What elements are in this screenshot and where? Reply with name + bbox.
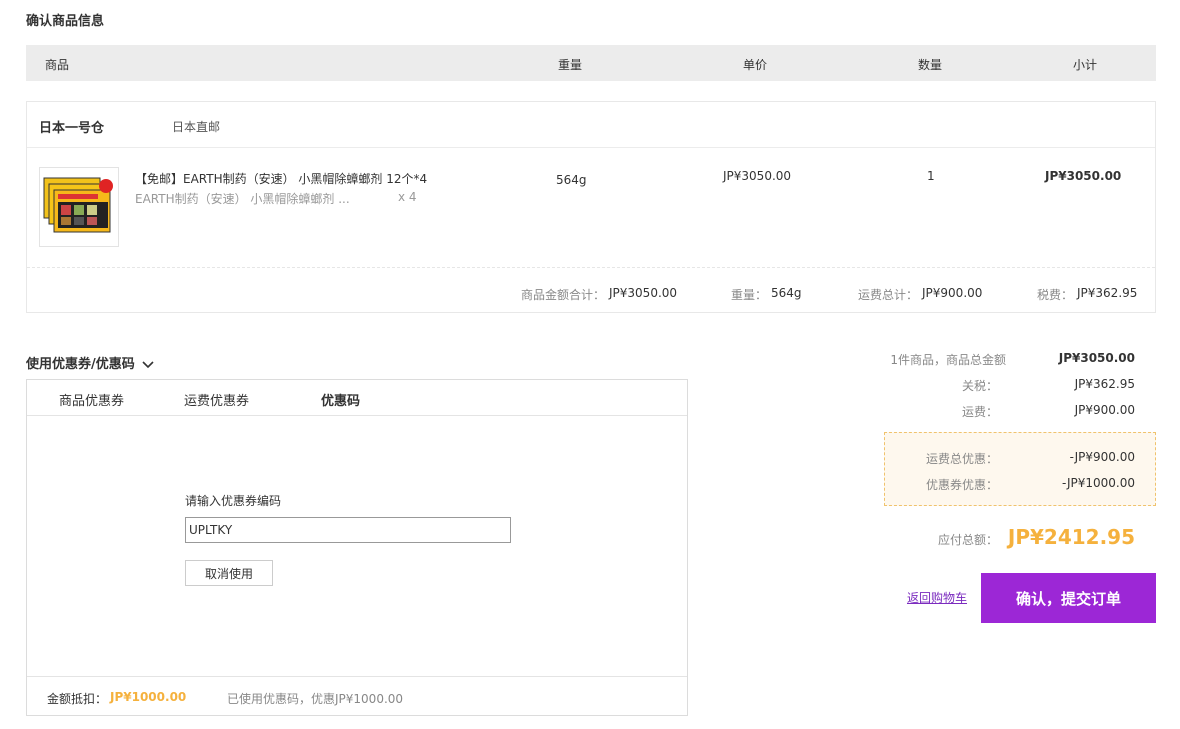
page-title: 确认商品信息 [26, 14, 105, 29]
product-thumbnail[interactable] [39, 167, 119, 247]
tab-shipping-coupon[interactable]: 运费优惠券 [184, 390, 249, 409]
shipping-discount-value: -JP¥900.00 [1069, 450, 1135, 464]
coupon-discount-label: 优惠券优惠： [925, 478, 998, 492]
duty-label: 关税： [961, 379, 998, 393]
divider [27, 415, 687, 416]
shipping-total-label: 运费总计： [858, 288, 919, 302]
cancel-coupon-button[interactable]: 取消使用 [185, 560, 273, 586]
deduct-label: 金额抵扣： [47, 692, 108, 706]
order-box: 日本一号仓 日本直邮 【免邮】EARTH制药（安速） 小黑帽除蟑螂剂 12个*4… [26, 101, 1156, 313]
goods-total-label: 商品金额合计： [521, 288, 606, 302]
warehouse-type: 日本直邮 [172, 120, 221, 134]
goods-total-value: JP¥3050.00 [609, 286, 678, 300]
coupon-used-note: 已使用优惠码，优惠JP¥1000.00 [227, 692, 404, 706]
shipping-total-value: JP¥900.00 [922, 286, 983, 300]
coupon-section-title: 使用优惠券/优惠码 [26, 357, 135, 372]
promo-code-label: 请输入优惠券编码 [185, 494, 282, 508]
payable-value: JP¥2412.95 [1007, 525, 1135, 549]
shipping-value: JP¥900.00 [1074, 403, 1135, 417]
weight-value: 564g [771, 286, 802, 300]
item-subtotal: JP¥3050.00 [1045, 169, 1122, 183]
discount-box [884, 432, 1156, 506]
product-image-icon [43, 177, 113, 233]
header-subtotal: 小计 [1073, 58, 1098, 72]
table-header: 商品 重量 单价 数量 小计 [26, 45, 1156, 81]
divider [27, 676, 687, 677]
header-product: 商品 [45, 58, 70, 72]
payable-label: 应付总额： [937, 533, 998, 547]
tab-promo-code[interactable]: 优惠码 [321, 390, 360, 409]
item-weight: 564g [556, 173, 587, 187]
coupon-discount-value: -JP¥1000.00 [1061, 476, 1135, 490]
tax-label: 税费： [1037, 288, 1074, 302]
shipping-discount-label: 运费总优惠： [925, 452, 998, 466]
header-quantity: 数量 [918, 58, 943, 72]
submit-order-button[interactable]: 确认，提交订单 [981, 573, 1156, 623]
weight-label: 重量： [731, 288, 768, 302]
product-title[interactable]: 【免邮】EARTH制药（安速） 小黑帽除蟑螂剂 12个*4 [135, 170, 427, 187]
divider [27, 267, 1155, 268]
item-unit-price: JP¥3050.00 [723, 169, 792, 183]
coupon-section-toggle[interactable]: 使用优惠券/优惠码 [26, 353, 154, 372]
header-weight: 重量 [558, 58, 583, 72]
deduct-value: JP¥1000.00 [110, 690, 187, 704]
coupon-panel: 商品优惠券 运费优惠券 优惠码 请输入优惠券编码 取消使用 金额抵扣： JP¥1… [26, 379, 688, 716]
items-total-label: 1件商品，商品总金额 [890, 353, 1006, 367]
promo-code-input[interactable] [185, 517, 511, 543]
divider [27, 147, 1155, 148]
shipping-label: 运费： [961, 405, 998, 419]
tab-product-coupon[interactable]: 商品优惠券 [59, 390, 124, 409]
header-unit-price: 单价 [743, 58, 768, 72]
items-total-value: JP¥3050.00 [1058, 351, 1135, 365]
warehouse-name: 日本一号仓 [39, 121, 105, 136]
product-subtitle: EARTH制药（安速） 小黑帽除蟑螂剂 ... [135, 192, 350, 206]
duty-value: JP¥362.95 [1074, 377, 1135, 391]
item-quantity: 1 [927, 169, 935, 183]
tax-value: JP¥362.95 [1077, 286, 1138, 300]
chevron-down-icon [142, 360, 154, 368]
back-to-cart-link[interactable]: 返回购物车 [907, 589, 967, 606]
product-sub-quantity: x 4 [398, 190, 417, 204]
